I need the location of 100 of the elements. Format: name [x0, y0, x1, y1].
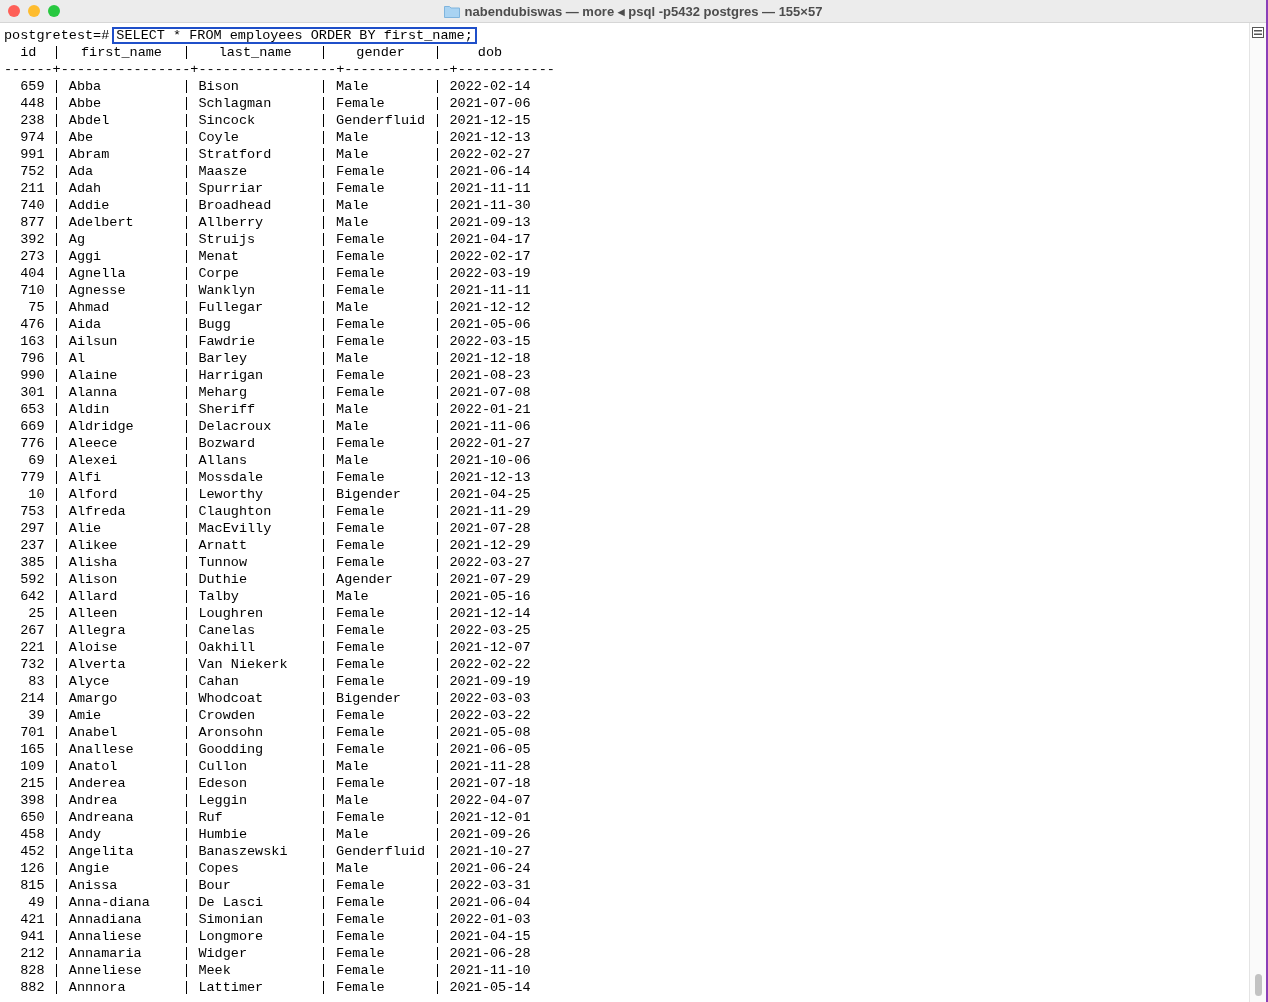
- table-cell-text: Anderea: [67, 775, 127, 792]
- column-header: dob: [476, 44, 504, 61]
- table-cell-text: Copes: [197, 860, 240, 877]
- table-cell-text: Al: [67, 350, 86, 367]
- scrollbar-thumb[interactable]: [1254, 974, 1262, 996]
- table-cell-text: 2021-10-27: [448, 843, 532, 860]
- table-cell-text: Female: [335, 282, 386, 299]
- table-cell-text: 214: [19, 690, 46, 707]
- table-cell-text: Male: [335, 214, 370, 231]
- table-cell-text: Male: [335, 146, 370, 163]
- table-cell-text: Male: [335, 758, 370, 775]
- table-cell-text: Ag: [67, 231, 86, 248]
- table-cell-text: Alexei: [67, 452, 119, 469]
- table-cell-text: Leworthy: [197, 486, 265, 503]
- table-cell-text: 2021-07-06: [448, 95, 532, 112]
- table-cell-text: Leggin: [197, 792, 248, 809]
- table-cell-text: Struijs: [197, 231, 257, 248]
- table-cell-text: Female: [335, 656, 386, 673]
- header-separator: ------+----------------+-----------------+-------------+------------: [4, 61, 555, 78]
- table-cell-text: Meharg: [197, 384, 248, 401]
- table-cell-text: 2022-03-15: [448, 333, 532, 350]
- table-cell-text: 2021-06-24: [448, 860, 532, 877]
- table-cell-text: Female: [335, 673, 386, 690]
- table-cell-text: 2021-12-01: [448, 809, 532, 826]
- table-cell-text: 448: [19, 95, 46, 112]
- zoom-icon[interactable]: [48, 5, 60, 17]
- table-cell-text: 753: [19, 503, 46, 520]
- table-cell-text: Aldin: [67, 401, 111, 418]
- sql-command: SELECT * FROM employees ORDER BY first_name;: [112, 27, 477, 44]
- table-cell-text: 701: [19, 724, 46, 741]
- table-cell-text: Female: [335, 928, 386, 945]
- split-pane-icon[interactable]: [1252, 27, 1264, 38]
- table-cell-text: 828: [19, 962, 46, 979]
- table-cell-text: Simonian: [197, 911, 265, 928]
- table-cell-text: 215: [19, 775, 46, 792]
- table-cell-text: 2021-07-29: [448, 571, 532, 588]
- table-cell-text: 2021-07-18: [448, 775, 532, 792]
- minimize-icon[interactable]: [28, 5, 40, 17]
- table-cell-text: Barley: [197, 350, 248, 367]
- table-cell-text: Cahan: [197, 673, 240, 690]
- table-cell-text: 2022-03-27: [448, 554, 532, 571]
- table-cell-text: Anissa: [67, 877, 119, 894]
- table-cell-text: Bugg: [197, 316, 232, 333]
- table-cell-text: Agender: [335, 571, 394, 588]
- table-cell-text: 2021-12-15: [448, 112, 532, 129]
- close-icon[interactable]: [8, 5, 20, 17]
- table-cell-text: Wanklyn: [197, 282, 257, 299]
- prompt: postgretest=#: [4, 27, 110, 44]
- table-cell-text: Male: [335, 350, 370, 367]
- table-cell-text: Agnesse: [67, 282, 127, 299]
- table-cell-text: De Lasci: [197, 894, 265, 911]
- table-cell-text: Bozward: [197, 435, 257, 452]
- table-cell-text: 10: [27, 486, 46, 503]
- table-cell-text: Coyle: [197, 129, 240, 146]
- table-cell-text: Alisha: [67, 554, 119, 571]
- table-cell-text: Female: [335, 503, 386, 520]
- table-cell-text: Female: [335, 554, 386, 571]
- table-cell-text: Harrigan: [197, 367, 265, 384]
- table-cell-text: Meek: [197, 962, 232, 979]
- table-cell-text: Female: [335, 775, 386, 792]
- table-cell-text: 297: [19, 520, 46, 537]
- table-cell-text: 2022-02-17: [448, 248, 532, 265]
- table-cell-text: Abba: [67, 78, 103, 95]
- table-cell-text: Alford: [67, 486, 119, 503]
- table-cell-text: 75: [27, 299, 46, 316]
- table-cell-text: 267: [19, 622, 46, 639]
- table-cell-text: Abdel: [67, 112, 111, 129]
- table-cell-text: Female: [335, 95, 386, 112]
- table-cell-text: 659: [19, 78, 46, 95]
- table-cell-text: Goodding: [197, 741, 265, 758]
- table-cell-text: 2022-03-31: [448, 877, 532, 894]
- table-cell-text: Schlagman: [197, 95, 273, 112]
- table-cell-text: Bigender: [335, 690, 402, 707]
- table-cell-text: Female: [335, 435, 386, 452]
- table-cell-text: Ruf: [197, 809, 224, 826]
- table-cell-text: Alanna: [67, 384, 119, 401]
- table-cell-text: 212: [19, 945, 46, 962]
- table-cell-text: 974: [19, 129, 46, 146]
- table-cell-text: 2021-12-14: [448, 605, 532, 622]
- table-cell-text: 2021-11-28: [448, 758, 532, 775]
- table-cell-text: Male: [335, 452, 370, 469]
- table-cell-text: 2021-05-14: [448, 979, 532, 996]
- table-cell-text: 238: [19, 112, 46, 129]
- table-cell-text: Allegra: [67, 622, 127, 639]
- column-header: last_name: [217, 44, 293, 61]
- table-cell-text: 273: [19, 248, 46, 265]
- table-cell-text: 2021-07-28: [448, 520, 532, 537]
- table-cell-text: Sheriff: [197, 401, 257, 418]
- table-cell-text: Alyce: [67, 673, 111, 690]
- table-cell-text: 650: [19, 809, 46, 826]
- table-cell-text: 2022-03-19: [448, 265, 532, 282]
- table-cell-text: Abbe: [67, 95, 103, 112]
- table-cell-text: Aida: [67, 316, 103, 333]
- table-cell-text: Male: [335, 129, 370, 146]
- table-cell-text: Aronsohn: [197, 724, 265, 741]
- table-cell-text: 2021-06-14: [448, 163, 532, 180]
- table-cell-text: Annaliese: [67, 928, 143, 945]
- table-cell-text: 2021-11-29: [448, 503, 532, 520]
- table-cell-text: Andrea: [67, 792, 119, 809]
- table-cell-text: Female: [335, 520, 386, 537]
